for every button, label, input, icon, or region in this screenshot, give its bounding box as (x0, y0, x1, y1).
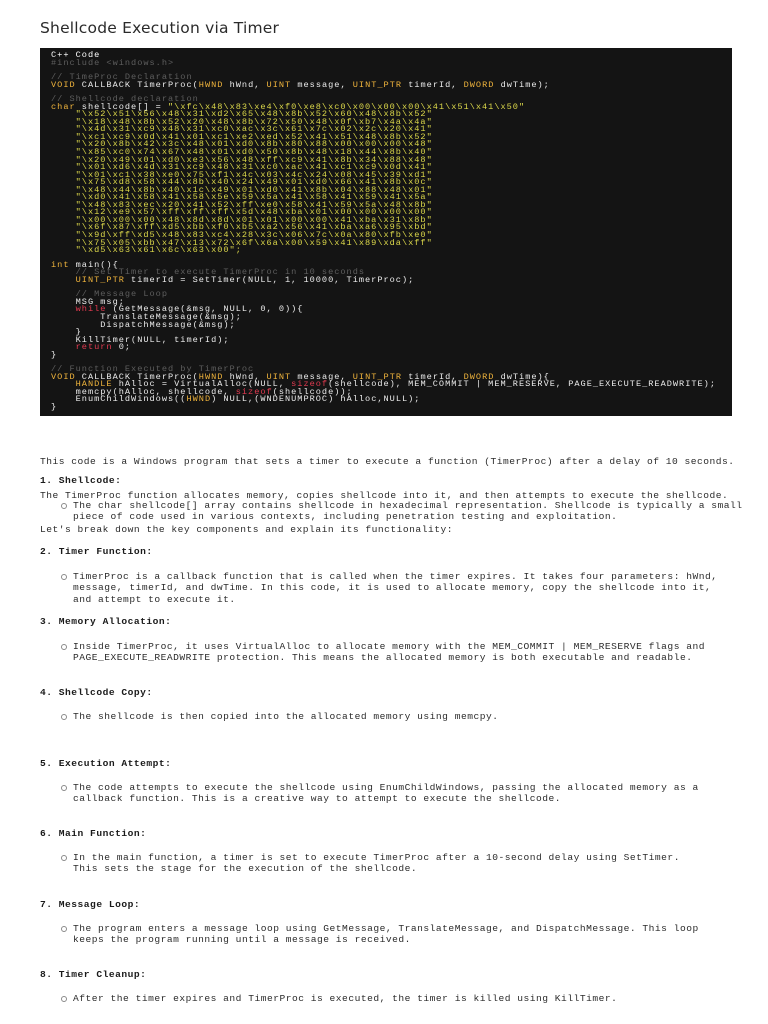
bullet-item: The char shellcode[] array contains shel… (61, 500, 743, 523)
bullet-line: The program enters a message loop using … (73, 923, 699, 934)
bullet-line: PAGE_EXECUTE_READWRITE protection. This … (73, 652, 693, 664)
code-token-str: "\xd5\x63\x61\x6c\x63\x00"; (51, 245, 242, 256)
bullet-line: This sets the stage for the execution of… (73, 863, 418, 875)
code-token-comment: #include <windows.h> (51, 57, 175, 68)
code-line: "\xd5\x63\x61\x6c\x63\x00"; (51, 245, 732, 256)
code-token-type: DWORD (463, 79, 495, 90)
code-token-type: HWND (186, 394, 212, 405)
bullet-line: piece of code used in various contexts, … (73, 511, 618, 523)
code-line: #include <windows.h> (51, 57, 732, 68)
page-title: Shellcode Execution via Timer (40, 19, 280, 37)
code-token-plain: } (51, 401, 58, 412)
bullet-line: The code attempts to execute the shellco… (73, 782, 699, 793)
bullet-line: TimerProc is a callback function that is… (73, 571, 718, 582)
code-line: return 0; (51, 342, 732, 353)
bullet-line: keeps the program running until a messag… (73, 934, 411, 946)
bullet-line: In the main function, a timer is set to … (73, 852, 680, 863)
circle-bullet-icon (61, 785, 67, 791)
code-token-plain: EnumChildWindows(( (51, 394, 187, 405)
intro-line: Let's break down the key components and … (40, 524, 453, 536)
bullet-line: Inside TimerProc, it uses VirtualAlloc t… (73, 641, 705, 652)
bullet-line: callback function. This is a creative wa… (73, 793, 562, 805)
code-token-plain: CALLBACK TimerProc( (75, 79, 199, 90)
code-line: KillTimer(NULL, timerId); (51, 335, 732, 345)
code-token-type: VOID (51, 79, 76, 90)
intro-line: This code is a Windows program that sets… (40, 455, 735, 467)
code-token-type: UINT_PTR (51, 274, 125, 285)
code-token-plain: } (51, 349, 58, 360)
section-heading: 3. Memory Allocation: (40, 616, 172, 627)
bullet-item: The program enters a message loop using … (61, 923, 699, 946)
section-heading: 6. Main Function: (40, 828, 147, 839)
code-token-type: HWND (198, 79, 224, 90)
bullet-line: message, timerId, and dwTime. In this co… (73, 582, 712, 594)
circle-bullet-icon (61, 503, 67, 509)
circle-bullet-icon (61, 926, 67, 932)
intro-paragraph: This code is a Windows program that sets… (40, 433, 735, 547)
circle-bullet-icon (61, 644, 67, 650)
circle-bullet-icon (61, 996, 67, 1002)
code-token-type: UINT (266, 79, 292, 90)
bullet-item: In the main function, a timer is set to … (61, 852, 680, 875)
bullet-item: TimerProc is a callback function that is… (61, 571, 718, 605)
code-token-plain: ) NULL,(WNDENUMPROC) hAlloc,NULL); (211, 394, 421, 405)
code-token-plain: hWnd, (223, 79, 267, 90)
code-token-plain: 0; (112, 342, 132, 353)
circle-bullet-icon (61, 714, 67, 720)
code-line: DispatchMessage(&msg); (51, 320, 732, 330)
code-block: C++ Code #include <windows.h>// TimeProc … (40, 48, 732, 416)
bullet-item: The code attempts to execute the shellco… (61, 782, 699, 805)
code-line: EnumChildWindows((HWND) NULL,(WNDENUMPRO… (51, 394, 732, 405)
code-line: } (51, 349, 732, 360)
section-heading: 1. Shellcode: (40, 475, 122, 486)
code-token-type: UINT_PTR (352, 79, 403, 90)
section-heading: 2. Timer Function: (40, 546, 153, 557)
bullet-item: After the timer expires and TimerProc is… (61, 993, 617, 1004)
circle-bullet-icon (61, 574, 67, 580)
bullet-line: and attempt to execute it. (73, 593, 236, 605)
code-token-plain: timerId, (402, 79, 464, 90)
code-line: UINT_PTR timerId = SetTimer(NULL, 1, 100… (51, 274, 732, 285)
bullet-line: The char shellcode[] array contains shel… (73, 500, 743, 511)
code-token-kw: return (51, 342, 113, 353)
section-heading: 7. Message Loop: (40, 899, 141, 910)
code-line: } (51, 401, 732, 412)
circle-bullet-icon (61, 855, 67, 861)
section-heading: 8. Timer Cleanup: (40, 969, 147, 980)
code-line: VOID CALLBACK TimerProc(HWND hWnd, UINT … (51, 79, 732, 90)
section-heading: 5. Execution Attempt: (40, 758, 172, 769)
bullet-line: The shellcode is then copied into the al… (73, 711, 499, 722)
code-token-plain: message, (291, 79, 353, 90)
code-token-plain: dwTime); (494, 79, 550, 90)
bullet-line: After the timer expires and TimerProc is… (73, 993, 618, 1004)
bullet-item: The shellcode is then copied into the al… (61, 711, 499, 722)
bullet-item: Inside TimerProc, it uses VirtualAlloc t… (61, 641, 705, 664)
section-heading: 4. Shellcode Copy: (40, 687, 153, 698)
code-token-plain: (shellcode), MEM_COMMIT | MEM_RESERVE, P… (328, 379, 716, 390)
code-line: // Message Loop (51, 290, 732, 299)
code-token-plain: timerId = SetTimer(NULL, 1, 10000, Timer… (124, 274, 415, 285)
